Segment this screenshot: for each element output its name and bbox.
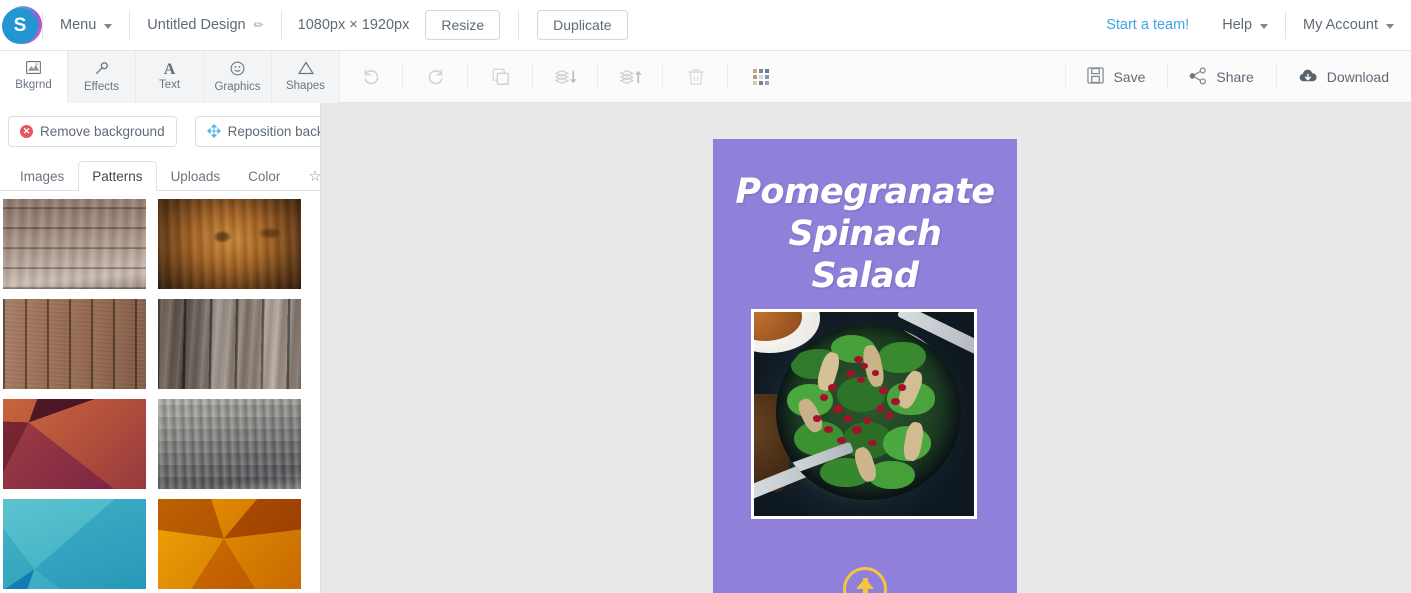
share-label: Share: [1216, 69, 1254, 85]
tab-label: Effects: [84, 80, 119, 93]
pattern-low-poly-cyan[interactable]: [3, 499, 146, 589]
design-title-field[interactable]: Untitled Design ✏: [130, 0, 280, 51]
salad-photo[interactable]: [751, 309, 977, 519]
send-backward-button[interactable]: [533, 51, 598, 103]
floppy-disk-icon: [1087, 67, 1105, 87]
move-arrows-icon: [206, 123, 221, 140]
remove-circle-icon: ✕: [20, 125, 33, 138]
canvas-workspace[interactable]: Pomegranate Spinach Salad: [320, 103, 1411, 593]
tab-text[interactable]: A Text: [136, 51, 204, 103]
tab-graphics[interactable]: Graphics: [204, 51, 272, 103]
divider: [518, 11, 520, 39]
tab-color[interactable]: Color: [234, 161, 294, 190]
redo-button[interactable]: [403, 51, 468, 103]
grid-button[interactable]: [728, 51, 793, 103]
cloud-download-icon: [1298, 68, 1318, 87]
help-menu[interactable]: Help: [1205, 0, 1285, 51]
magic-wand-icon: [94, 61, 109, 80]
tab-label: Text: [158, 79, 181, 91]
tab-uploads[interactable]: Uploads: [157, 161, 235, 190]
undo-button[interactable]: [338, 51, 403, 103]
share-button[interactable]: Share: [1167, 51, 1275, 103]
image-icon: [26, 61, 41, 78]
circled-up-arrow-icon[interactable]: [843, 567, 887, 593]
tab-label: Graphics: [214, 80, 261, 93]
reposition-background-button[interactable]: Reposition background: [194, 116, 320, 147]
design-canvas[interactable]: Pomegranate Spinach Salad: [713, 139, 1017, 593]
duplicate-design-button[interactable]: Duplicate: [537, 10, 628, 40]
pattern-weathered-horizontal-planks[interactable]: [3, 199, 146, 289]
title-line-1: Pomegranate: [735, 172, 995, 212]
avatar[interactable]: S: [2, 5, 42, 45]
star-outline-icon[interactable]: ☆: [294, 161, 320, 190]
pattern-golden-oak-wood[interactable]: [158, 199, 301, 289]
pattern-thumbnail-grid: [0, 191, 320, 589]
canvas-dimensions: 1080px × 1920px: [297, 17, 410, 33]
tab-label: Shapes: [285, 80, 325, 92]
background-actions: ✕ Remove background Reposition backgroun…: [0, 103, 320, 147]
text-a-icon: A: [163, 61, 176, 78]
download-label: Download: [1326, 69, 1389, 85]
avatar-initial: S: [2, 8, 38, 44]
grid-icon: [752, 69, 769, 85]
resize-button[interactable]: Resize: [425, 10, 501, 40]
design-title: Untitled Design: [147, 17, 246, 33]
menu-label: Menu: [60, 17, 97, 33]
tab-patterns[interactable]: Patterns: [78, 161, 157, 191]
help-label: Help: [1222, 17, 1253, 33]
tool-bar: Bkgrnd Effects A Text Graphics Shapes Sa…: [0, 51, 1411, 103]
download-button[interactable]: Download: [1275, 51, 1411, 103]
remove-background-label: Remove background: [40, 124, 165, 139]
tab-bkgrnd[interactable]: Bkgrnd: [0, 51, 68, 103]
top-bar-right-group: Start a team! Help My Account: [1090, 0, 1411, 51]
save-label: Save: [1113, 69, 1146, 85]
tab-label: Bkgrnd: [15, 79, 52, 91]
pattern-rustic-grey-barnwood[interactable]: [158, 299, 301, 389]
pattern-vertical-pine-planks[interactable]: [3, 299, 146, 389]
design-title-text[interactable]: Pomegranate Spinach Salad: [713, 171, 1017, 297]
bring-forward-button[interactable]: [598, 51, 663, 103]
title-line-2: Spinach: [788, 214, 942, 254]
my-account-menu[interactable]: My Account: [1286, 0, 1411, 51]
arrow-head: [856, 578, 874, 589]
canvas-action-tools: [338, 51, 793, 103]
top-bar: S Menu Untitled Design ✏ 1080px × 1920px…: [0, 0, 1411, 51]
background-panel: ✕ Remove background Reposition backgroun…: [0, 103, 320, 593]
delete-button[interactable]: [663, 51, 728, 103]
pattern-low-poly-gold[interactable]: [158, 499, 301, 589]
duplicate-layer-button[interactable]: [468, 51, 533, 103]
tab-images[interactable]: Images: [6, 161, 78, 190]
menu-button[interactable]: Menu: [43, 0, 129, 51]
my-account-label: My Account: [1303, 17, 1378, 33]
pencil-icon[interactable]: ✏: [254, 18, 264, 32]
salad-bowl: [776, 324, 961, 500]
triangle-icon: [297, 61, 314, 79]
pattern-low-poly-pink-purple[interactable]: [3, 399, 146, 489]
background-source-tabs: Images Patterns Uploads Color ☆: [0, 161, 320, 191]
chevron-down-icon: [104, 23, 113, 29]
tab-effects[interactable]: Effects: [68, 51, 136, 103]
share-nodes-icon: [1189, 66, 1207, 88]
chevron-down-icon: [1260, 23, 1269, 29]
tab-shapes[interactable]: Shapes: [272, 51, 340, 103]
reposition-background-label: Reposition background: [227, 124, 320, 139]
editor-tab-strip: Bkgrnd Effects A Text Graphics Shapes: [0, 51, 340, 103]
title-line-3: Salad: [811, 256, 920, 296]
document-action-tools: Save Share Download: [1065, 51, 1411, 103]
save-button[interactable]: Save: [1065, 51, 1167, 103]
remove-background-button[interactable]: ✕ Remove background: [8, 116, 177, 147]
chevron-down-icon: [1386, 23, 1394, 29]
smiley-icon: [230, 61, 245, 80]
pattern-weathered-grey-wood[interactable]: [158, 399, 301, 489]
start-a-team-link[interactable]: Start a team!: [1090, 17, 1205, 33]
